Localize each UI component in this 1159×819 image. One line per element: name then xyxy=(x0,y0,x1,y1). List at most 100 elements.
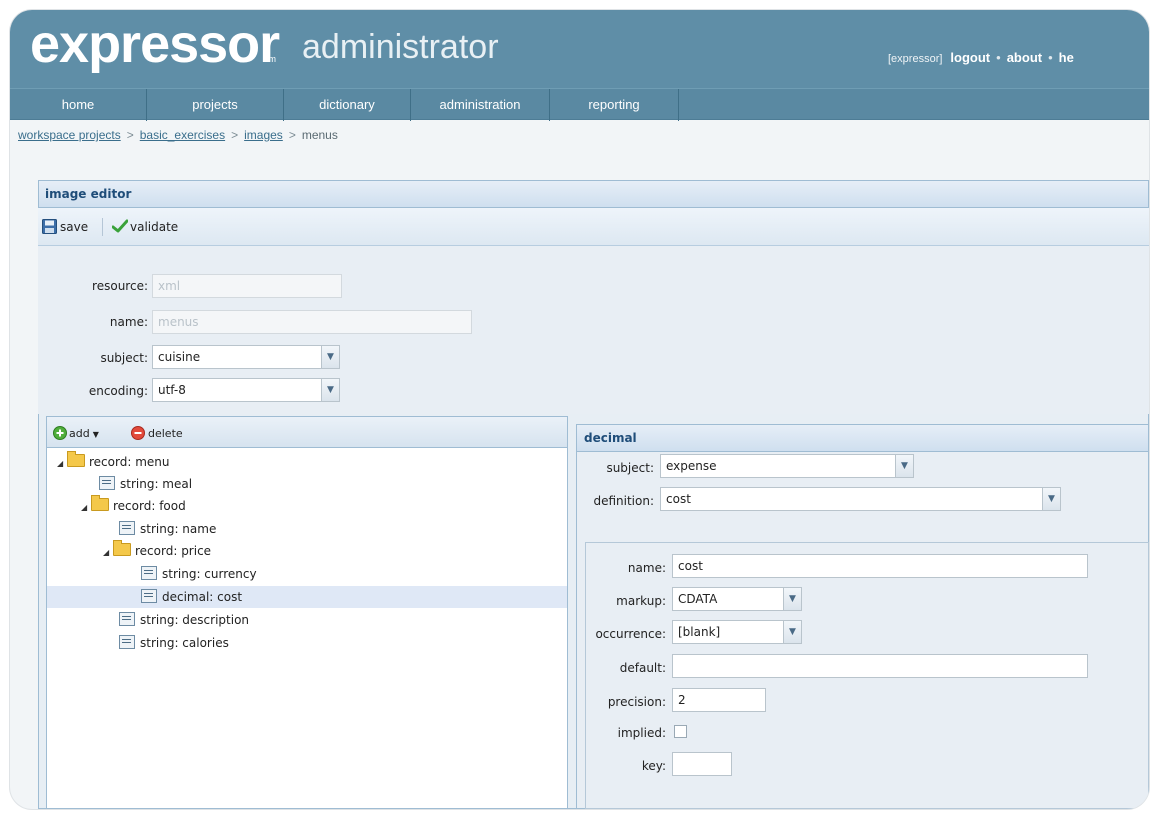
tree-node-label: string: currency xyxy=(162,567,257,581)
resource-field: xml xyxy=(152,274,342,298)
key-label: key: xyxy=(641,759,666,773)
implied-checkbox[interactable] xyxy=(674,725,687,738)
chevron-down-icon[interactable]: ▼ xyxy=(895,455,913,477)
save-icon xyxy=(42,219,57,234)
tree-node-label: string: meal xyxy=(120,477,193,491)
save-label: save xyxy=(60,220,89,234)
tree-node-record-food[interactable]: ◢ record: food xyxy=(47,495,567,517)
markup-select[interactable]: CDATA ▼ xyxy=(672,587,802,611)
help-link[interactable]: he xyxy=(1059,50,1074,65)
field-icon xyxy=(141,589,157,603)
default-label: default: xyxy=(619,661,666,675)
tree-node-label: decimal: cost xyxy=(162,590,243,604)
default-input[interactable] xyxy=(672,654,1088,678)
definition-value: cost xyxy=(666,492,691,506)
name-field: menus xyxy=(152,310,472,334)
chevron-down-icon[interactable]: ▼ xyxy=(321,379,339,401)
chevron-down-icon[interactable]: ▼ xyxy=(783,621,801,643)
tree-node-label: string: calories xyxy=(140,636,229,650)
tree-node-label: record: price xyxy=(135,544,212,558)
implied-label: implied: xyxy=(617,726,666,740)
occurrence-value: [blank] xyxy=(678,625,721,639)
markup-label: markup: xyxy=(616,594,666,608)
tree-node-string-currency[interactable]: string: currency xyxy=(47,563,567,585)
subject-select[interactable]: cuisine ▼ xyxy=(152,345,340,369)
encoding-value: utf-8 xyxy=(158,383,186,397)
link-separator: • xyxy=(1048,50,1053,65)
resource-label: resource: xyxy=(92,279,148,293)
tree-node-record-menu[interactable]: ◢ record: menu xyxy=(47,451,567,473)
nav-projects[interactable]: projects xyxy=(147,89,284,121)
save-button[interactable]: save xyxy=(42,217,88,237)
tree-node-string-name[interactable]: string: name xyxy=(47,518,567,540)
detail-subject-select[interactable]: expense ▼ xyxy=(660,454,914,478)
detail-title: decimal xyxy=(576,424,1149,452)
chevron-down-icon[interactable]: ▼ xyxy=(1042,488,1060,510)
about-link[interactable]: about xyxy=(1007,50,1042,65)
main-nav: home projects dictionary administration … xyxy=(10,88,1149,121)
breadcrumb-basic-exercises[interactable]: basic_exercises xyxy=(140,128,225,142)
delete-button[interactable]: delete xyxy=(131,423,183,443)
app-title: administrator xyxy=(302,28,499,66)
precision-input[interactable]: 2 xyxy=(672,688,766,712)
add-button[interactable]: add ▼ xyxy=(53,423,99,443)
tree-node-record-price[interactable]: ◢ record: price xyxy=(47,540,567,562)
precision-label: precision: xyxy=(607,695,666,709)
field-icon xyxy=(99,476,115,490)
expand-arrow-icon[interactable]: ◢ xyxy=(57,453,67,475)
tree-node-string-meal[interactable]: string: meal xyxy=(47,473,567,495)
detail-subject-value: expense xyxy=(666,459,717,473)
dropdown-arrow-icon: ▼ xyxy=(92,430,99,439)
tree-node-label: record: food xyxy=(113,499,186,513)
editor-toolbar: save validate xyxy=(38,208,1149,246)
chevron-down-icon[interactable]: ▼ xyxy=(321,346,339,368)
logout-link[interactable]: logout xyxy=(950,50,990,65)
user-links: [expressor] logout • about • he xyxy=(888,50,1074,65)
field-name-label: name: xyxy=(627,561,666,575)
subject-label: subject: xyxy=(100,351,148,365)
tree-node-label: string: description xyxy=(140,613,250,627)
breadcrumb-separator: > xyxy=(231,128,239,142)
chevron-down-icon[interactable]: ▼ xyxy=(783,588,801,610)
delete-label: delete xyxy=(148,427,183,440)
nav-reporting[interactable]: reporting xyxy=(550,89,679,121)
toolbar-separator xyxy=(102,218,103,236)
image-editor-title: image editor xyxy=(38,180,1149,208)
logo: expressor xyxy=(30,14,280,74)
breadcrumb-separator: > xyxy=(288,128,296,142)
tree-node-decimal-cost[interactable]: decimal: cost xyxy=(47,586,567,608)
folder-icon xyxy=(67,451,85,467)
occurrence-label: occurrence: xyxy=(595,627,666,641)
tree-node-string-calories[interactable]: string: calories xyxy=(47,632,567,654)
field-icon xyxy=(119,612,135,626)
key-input[interactable] xyxy=(672,752,732,776)
breadcrumb-current: menus xyxy=(301,128,338,142)
validate-label: validate xyxy=(130,220,179,234)
expand-arrow-icon[interactable]: ◢ xyxy=(81,497,91,519)
nav-dictionary[interactable]: dictionary xyxy=(284,89,411,121)
breadcrumb-images[interactable]: images xyxy=(244,128,283,142)
field-icon xyxy=(141,566,157,580)
definition-select[interactable]: cost ▼ xyxy=(660,487,1061,511)
encoding-select[interactable]: utf-8 ▼ xyxy=(152,378,340,402)
encoding-label: encoding: xyxy=(88,384,148,398)
app-window: expressor tm administrator [expressor] lo… xyxy=(10,10,1149,809)
field-name-input[interactable]: cost xyxy=(672,554,1088,578)
nav-administration[interactable]: administration xyxy=(411,89,550,121)
image-properties-form: resource: xml name: menus subject: cuisi… xyxy=(38,246,1149,414)
tree-node-string-description[interactable]: string: description xyxy=(47,609,567,631)
add-label: add xyxy=(69,427,90,440)
occurrence-select[interactable]: [blank] ▼ xyxy=(672,620,802,644)
folder-icon xyxy=(91,495,109,511)
delete-icon xyxy=(131,426,145,440)
folder-icon xyxy=(113,540,131,556)
breadcrumb-workspace-projects[interactable]: workspace projects xyxy=(18,128,121,142)
expand-arrow-icon[interactable]: ◢ xyxy=(103,542,113,564)
breadcrumb-separator: > xyxy=(126,128,134,142)
link-separator: • xyxy=(996,50,1001,65)
add-icon xyxy=(53,426,67,440)
validate-button[interactable]: validate xyxy=(111,217,179,237)
nav-home[interactable]: home xyxy=(10,89,147,121)
subject-value: cuisine xyxy=(158,350,201,364)
markup-value: CDATA xyxy=(678,592,718,606)
